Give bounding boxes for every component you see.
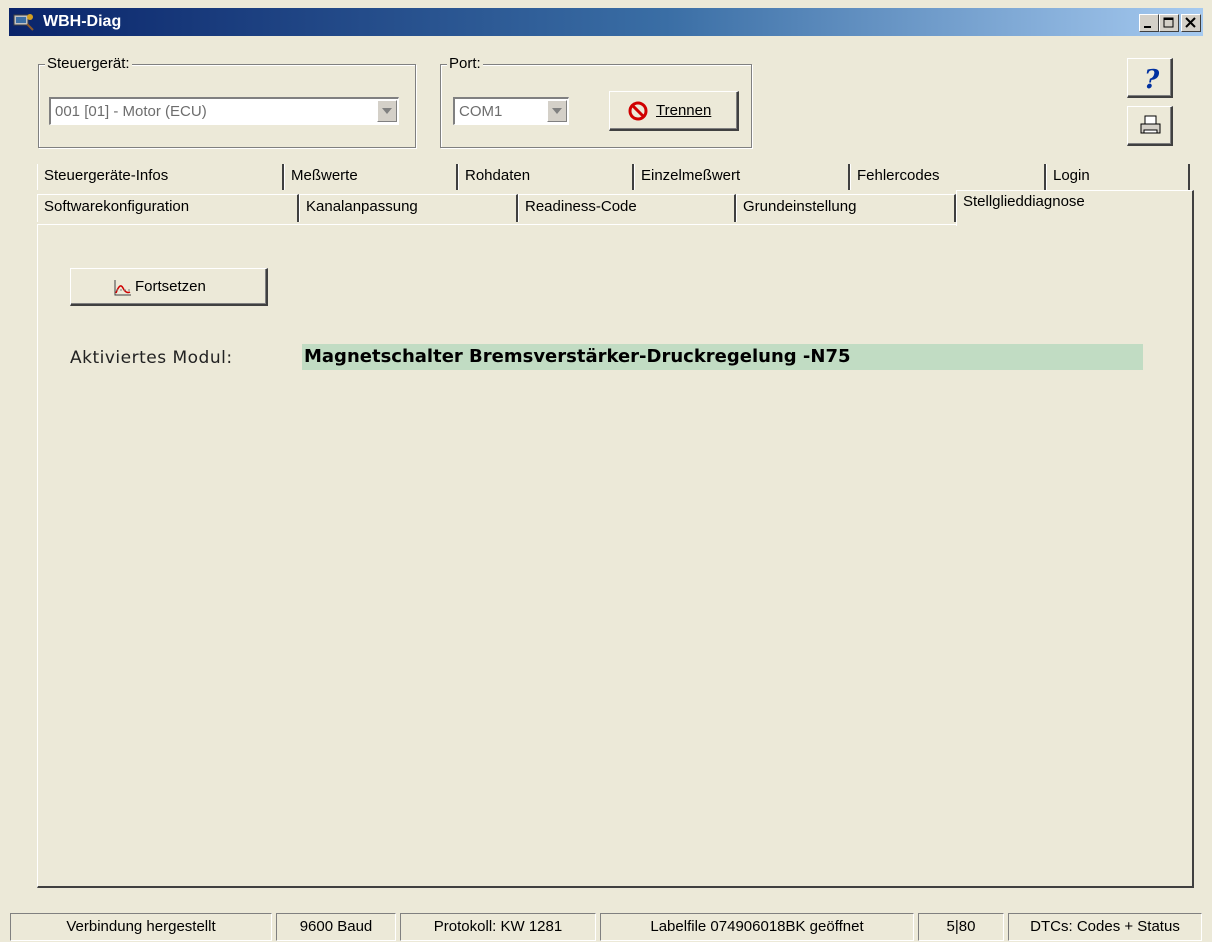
tab-readiness-code[interactable]: Readiness-Code: [518, 194, 736, 222]
status-protocol: Protokoll: KW 1281: [400, 913, 596, 941]
app-icon: [13, 14, 34, 31]
tab-label: Readiness-Code: [525, 198, 637, 215]
tab-label: Steuergeräte-Infos: [44, 167, 169, 184]
window-title: WBH-Diag: [43, 13, 122, 30]
port-selected: COM1: [459, 103, 503, 120]
tab-label: Fehlercodes: [857, 167, 940, 184]
tab-label: Grundeinstellung: [743, 198, 857, 215]
chevron-down-icon[interactable]: [547, 100, 567, 122]
tab-label: Kanalanpassung: [306, 198, 418, 215]
tab-rohdaten[interactable]: Rohdaten: [458, 164, 634, 190]
maximize-button[interactable]: [1159, 14, 1179, 32]
tab-einzelmesswert[interactable]: Einzelmeßwert: [634, 164, 850, 190]
tab-label: Meßwerte: [291, 167, 358, 184]
disconnect-button[interactable]: Trennen: [609, 91, 739, 131]
controller-group: Steuergerät: 001 [01] - Motor (ECU): [38, 55, 416, 148]
tab-panel: [37, 224, 1194, 888]
tab-softwarekonfiguration[interactable]: Softwarekonfiguration: [37, 194, 299, 222]
print-button[interactable]: [1127, 106, 1173, 146]
close-button[interactable]: [1181, 14, 1201, 32]
help-icon: ?: [1144, 65, 1160, 93]
controller-label: Steuergerät:: [45, 55, 132, 72]
tab-label: Stellglieddiagnose: [963, 193, 1085, 210]
tab-grundeinstellung[interactable]: Grundeinstellung: [736, 194, 956, 222]
tab-stellglieddiagnose[interactable]: Stellglieddiagnose: [956, 190, 1194, 226]
status-labelfile: Labelfile 074906018BK geöffnet: [600, 913, 914, 941]
tab-login[interactable]: Login: [1046, 164, 1190, 190]
module-value: Magnetschalter Bremsverstärker-Druckrege…: [302, 344, 1143, 370]
chart-icon: [114, 280, 131, 296]
tab-label: Login: [1053, 167, 1090, 184]
app-window: WBH-Diag Steuergerät: 001 [01] - Motor (…: [0, 0, 1212, 942]
disconnect-label: Trennen: [656, 102, 712, 119]
maximize-icon: [1163, 17, 1174, 28]
tab-steuergeraete-infos[interactable]: Steuergeräte-Infos: [37, 164, 284, 190]
continue-button[interactable]: Fortsetzen: [70, 268, 268, 306]
tab-fehlercodes[interactable]: Fehlercodes: [850, 164, 1046, 190]
tab-label: Einzelmeßwert: [641, 167, 741, 184]
chevron-down-icon[interactable]: [377, 100, 397, 122]
port-group: Port: COM1 Trennen: [440, 55, 752, 148]
status-baud: 9600 Baud: [276, 913, 396, 941]
port-select[interactable]: COM1: [453, 97, 569, 125]
tab-label: Rohdaten: [465, 167, 531, 184]
minimize-icon: [1144, 26, 1151, 28]
stop-icon: [628, 101, 648, 121]
continue-label: Fortsetzen: [135, 278, 206, 295]
port-label: Port:: [447, 55, 483, 72]
status-counter: 5|80: [918, 913, 1004, 941]
controller-select[interactable]: 001 [01] - Motor (ECU): [49, 97, 399, 125]
controller-selected: 001 [01] - Motor (ECU): [55, 103, 207, 120]
status-connection: Verbindung hergestellt: [10, 913, 272, 941]
printer-icon: [1140, 115, 1161, 134]
tab-kanalanpassung[interactable]: Kanalanpassung: [299, 194, 518, 222]
status-dtc-mode: DTCs: Codes + Status: [1008, 913, 1202, 941]
minimize-button[interactable]: [1139, 14, 1159, 32]
help-button[interactable]: ?: [1127, 58, 1173, 98]
title-bar: WBH-Diag: [9, 8, 1203, 36]
svg-text:?: ?: [1144, 65, 1160, 93]
close-icon: [1185, 17, 1196, 28]
tab-messwerte[interactable]: Meßwerte: [284, 164, 458, 190]
tab-label: Softwarekonfiguration: [44, 198, 190, 215]
module-label: Aktiviertes Modul:: [70, 348, 233, 368]
